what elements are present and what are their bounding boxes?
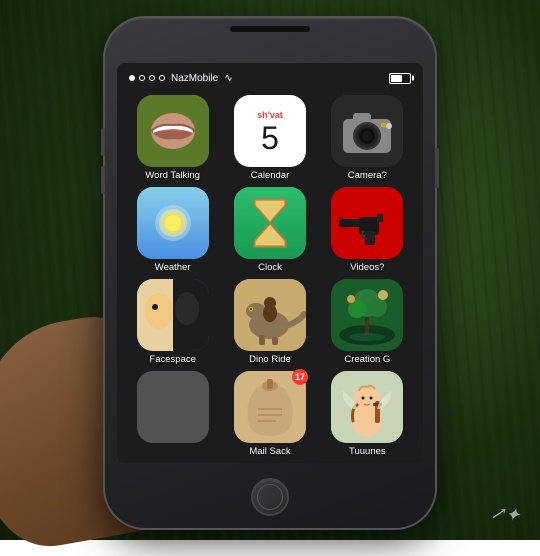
signal-dot-4 bbox=[159, 75, 165, 81]
signal-dot-1 bbox=[129, 75, 135, 81]
signal-dot-3 bbox=[149, 75, 155, 81]
app-grid: Word Talking sh'vat 5 Calendar bbox=[117, 91, 423, 461]
app-icon-wrapper-creation-g bbox=[331, 279, 403, 351]
app-item-tuuunes[interactable]: Tuuunes bbox=[322, 371, 413, 457]
app-icon-weather bbox=[137, 187, 209, 259]
app-item-weather[interactable]: Weather bbox=[127, 187, 218, 273]
app-label-dino-ride: Dino Ride bbox=[249, 354, 291, 365]
app-icon-wrapper-tuuunes bbox=[331, 371, 403, 443]
app-item-word-talking[interactable]: Word Talking bbox=[127, 95, 218, 181]
app-icon-tuuunes bbox=[331, 371, 403, 443]
app-label-creation-g: Creation G bbox=[344, 354, 390, 365]
app-icon-partial bbox=[137, 371, 209, 443]
app-item-mail-sack[interactable]: 17 Mail Sack bbox=[224, 371, 315, 457]
volume-down-button[interactable] bbox=[101, 166, 105, 194]
phone-device: NazMobile ∿ bbox=[105, 18, 435, 528]
app-label-tuuunes: Tuuunes bbox=[349, 446, 386, 457]
app-label-calendar: Calendar bbox=[251, 170, 290, 181]
app-item-camera[interactable]: Camera? bbox=[322, 95, 413, 181]
app-icon-videos bbox=[331, 187, 403, 259]
app-item-dino-ride[interactable]: Dino Ride bbox=[224, 279, 315, 365]
app-item-clock[interactable]: Clock bbox=[224, 187, 315, 273]
app-item-calendar[interactable]: sh'vat 5 Calendar bbox=[224, 95, 315, 181]
battery-fill bbox=[391, 75, 402, 82]
status-bar: NazMobile ∿ bbox=[117, 63, 423, 91]
phone-screen: NazMobile ∿ bbox=[117, 63, 423, 463]
app-icon-wrapper-weather bbox=[137, 187, 209, 259]
mail-sack-badge: 17 bbox=[292, 369, 308, 385]
watermark: ↗✦ bbox=[489, 503, 521, 527]
app-icon-wrapper-videos bbox=[331, 187, 403, 259]
app-label-weather: Weather bbox=[155, 262, 191, 273]
app-label-word-talking: Word Talking bbox=[145, 170, 200, 181]
battery-indicator bbox=[389, 73, 411, 84]
app-label-camera: Camera? bbox=[348, 170, 387, 181]
app-item-videos[interactable]: Videos? bbox=[322, 187, 413, 273]
home-button[interactable] bbox=[251, 478, 289, 516]
app-label-videos: Videos? bbox=[350, 262, 384, 273]
app-label-clock: Clock bbox=[258, 262, 282, 273]
phone-notch bbox=[230, 26, 310, 32]
volume-up-button[interactable] bbox=[101, 128, 105, 156]
app-icon-dino bbox=[234, 279, 306, 351]
wifi-icon: ∿ bbox=[224, 73, 232, 84]
app-icon-word-talking bbox=[137, 95, 209, 167]
signal-dot-2 bbox=[139, 75, 145, 81]
app-icon-wrapper-calendar: sh'vat 5 bbox=[234, 95, 306, 167]
app-item-partial[interactable] bbox=[127, 371, 218, 457]
app-icon-wrapper-camera bbox=[331, 95, 403, 167]
app-icon-facespace bbox=[137, 279, 209, 351]
app-label-mail-sack: Mail Sack bbox=[249, 446, 290, 457]
app-icon-camera bbox=[331, 95, 403, 167]
app-icon-wrapper-clock bbox=[234, 187, 306, 259]
app-icon-clock bbox=[234, 187, 306, 259]
app-icon-wrapper-word-talking bbox=[137, 95, 209, 167]
app-icon-wrapper-facespace bbox=[137, 279, 209, 351]
app-label-facespace: Facespace bbox=[149, 354, 195, 365]
app-item-creation-g[interactable]: Creation G bbox=[322, 279, 413, 365]
carrier-name: NazMobile bbox=[171, 73, 218, 84]
app-icon-calendar: sh'vat 5 bbox=[234, 95, 306, 167]
app-icon-wrapper-dino-ride bbox=[234, 279, 306, 351]
status-left: NazMobile ∿ bbox=[129, 73, 233, 84]
calendar-day: 5 bbox=[261, 122, 279, 154]
app-icon-wrapper-mail-sack: 17 bbox=[234, 371, 306, 443]
power-button[interactable] bbox=[435, 148, 439, 188]
app-item-facespace[interactable]: Facespace bbox=[127, 279, 218, 365]
app-icon-creation bbox=[331, 279, 403, 351]
app-icon-wrapper-partial bbox=[137, 371, 209, 443]
